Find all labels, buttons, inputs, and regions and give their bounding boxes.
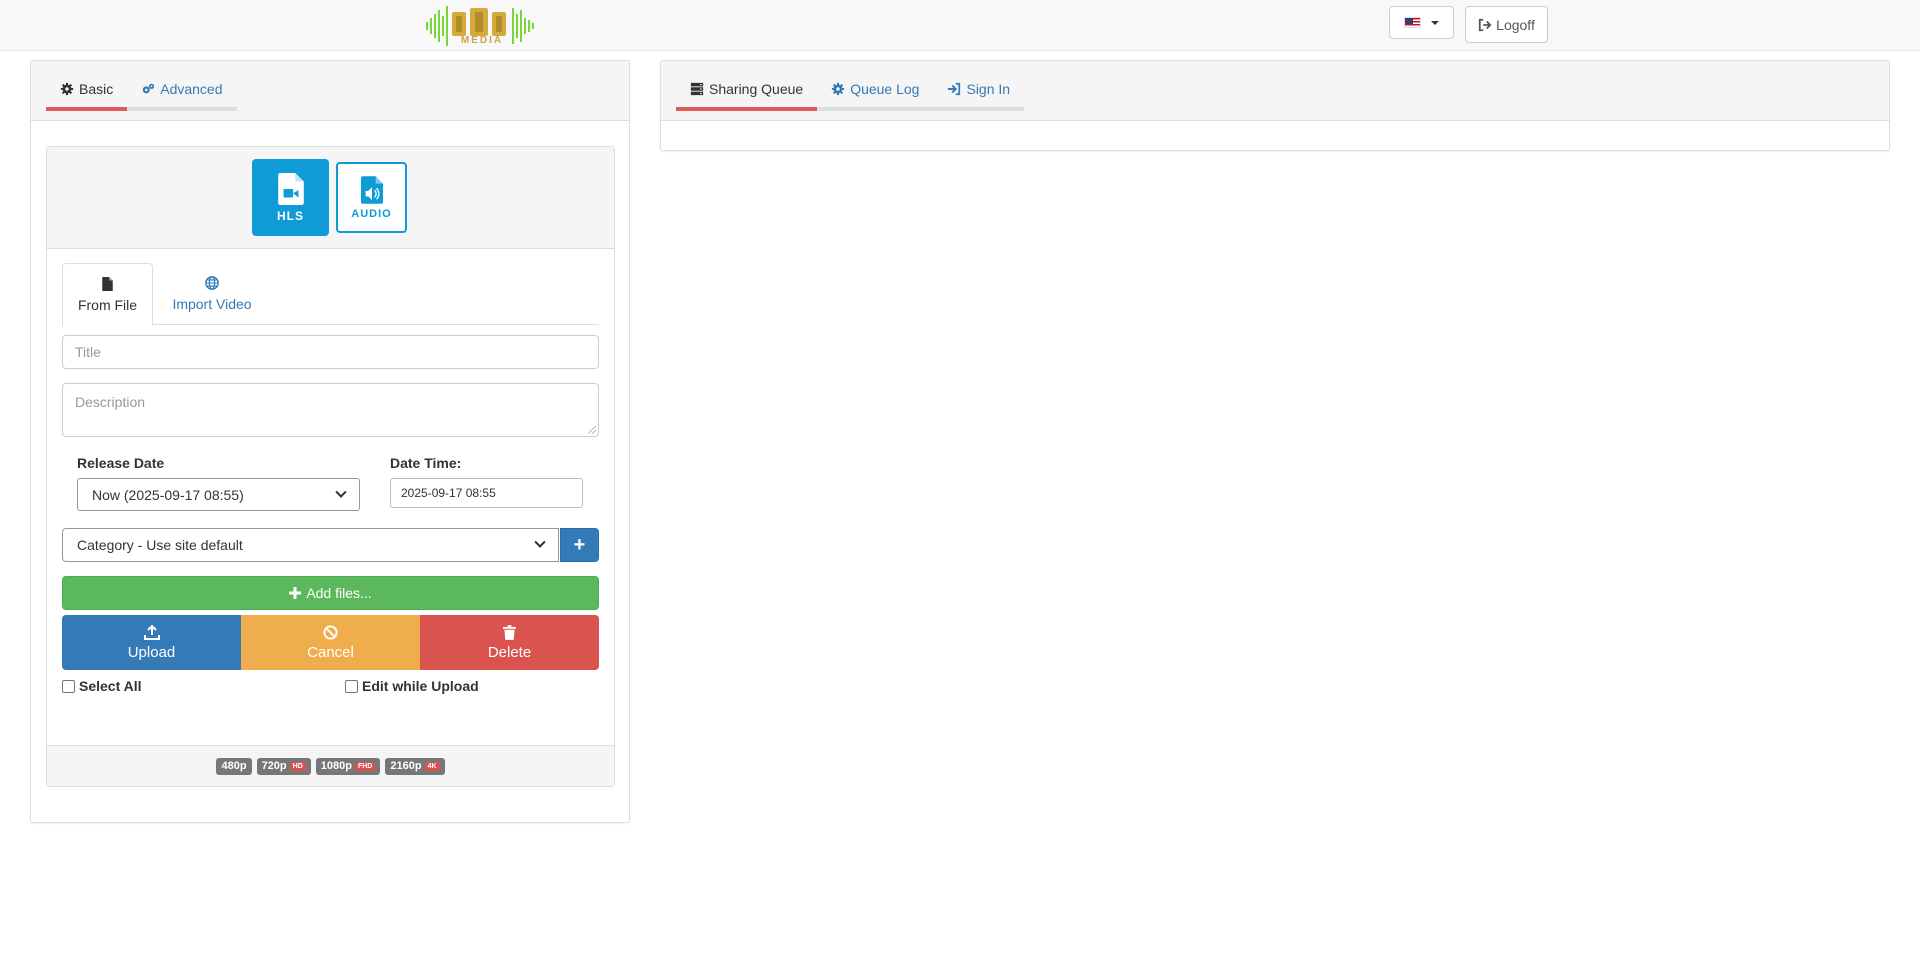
release-date-label: Release Date (77, 455, 165, 471)
tab-import-video[interactable]: Import Video (153, 263, 271, 325)
resolution-tag: HD (289, 761, 306, 771)
add-files-label: Add files... (306, 585, 372, 601)
edit-while-upload-box[interactable] (345, 679, 358, 693)
chevron-down-icon (534, 536, 546, 548)
file-icon (102, 276, 113, 291)
date-time-value: 2025-09-17 08:55 (401, 486, 496, 500)
hls-type-label: HLS (277, 208, 304, 223)
upload-actions: Upload Cancel Delete (62, 615, 599, 670)
logoff-label: Logoff (1496, 16, 1535, 33)
source-tabs: From File Import Video (62, 263, 599, 326)
top-navbar: MEDIA Logoff (0, 0, 1920, 51)
date-time-input[interactable]: 2025-09-17 08:55 (390, 478, 583, 508)
tab-queue-log[interactable]: Queue Log (817, 71, 934, 111)
resolution-tag: FHD (354, 761, 376, 771)
file-video-icon (277, 172, 304, 205)
gear-icon (832, 82, 845, 96)
tab-advanced[interactable]: Advanced (127, 71, 237, 111)
resolution-label: 720p (261, 760, 287, 772)
select-all-checkbox[interactable]: Select All (62, 678, 142, 694)
upload-type-header: HLS AUDIO (47, 147, 614, 249)
language-dropdown[interactable] (1389, 6, 1454, 39)
sign-in-icon (948, 82, 961, 96)
logo-text: MEDIA (460, 35, 504, 46)
add-category-button[interactable]: + (560, 528, 599, 562)
upload-card: HLS AUDIO From File Import Video Title D… (46, 146, 615, 787)
resolution-label: 2160p (390, 760, 422, 772)
upload-label: Upload (127, 644, 176, 661)
edit-while-upload-checkbox[interactable]: Edit while Upload (345, 678, 479, 694)
file-audio-icon (360, 175, 383, 204)
date-time-label: Date Time: (390, 455, 462, 471)
select-all-box[interactable] (62, 679, 75, 693)
us-flag-icon (1404, 17, 1421, 28)
gears-icon (142, 83, 155, 94)
upload-panel-header: Basic Advanced (31, 61, 629, 121)
logoff-button[interactable]: Logoff (1465, 6, 1548, 43)
globe-icon (205, 276, 219, 290)
release-date-value: Now (2025-09-17 08:55) (92, 486, 244, 503)
resolution-badge-2160p: 2160p 4K (385, 757, 445, 775)
resolution-tag: 4K (424, 761, 440, 771)
upload-panel-tabs: Basic Advanced (46, 71, 237, 111)
trash-icon (503, 624, 516, 640)
plus-icon (289, 587, 302, 599)
upload-icon (143, 624, 160, 640)
hls-type-button[interactable]: HLS (252, 159, 329, 236)
tab-sharing-queue[interactable]: Sharing Queue (676, 71, 818, 111)
resolution-badge-1080p: 1080p FHD (315, 757, 381, 775)
tab-sharing-queue-label: Sharing Queue (709, 81, 804, 97)
select-all-label: Select All (79, 678, 142, 694)
upload-panel: Basic Advanced HLS AUDIO From File Impor… (30, 60, 630, 823)
tab-basic-label: Basic (79, 81, 114, 97)
queue-panel-tabs: Sharing Queue Queue Log Sign In (676, 71, 1025, 111)
tab-sign-in[interactable]: Sign In (933, 71, 1025, 111)
description-placeholder: Description (75, 394, 146, 410)
title-input[interactable]: Title (62, 335, 599, 369)
resolution-label: 1080p (320, 760, 352, 772)
tab-advanced-label: Advanced (160, 81, 223, 97)
resolution-badge-480p: 480p (216, 757, 252, 775)
audio-type-button[interactable]: AUDIO (336, 162, 407, 233)
add-files-button[interactable]: Add files... (62, 576, 599, 610)
release-date-select[interactable]: Now (2025-09-17 08:55) (77, 478, 360, 511)
tab-queue-log-label: Queue Log (850, 81, 920, 97)
tab-basic[interactable]: Basic (46, 71, 128, 111)
upload-button[interactable]: Upload (62, 615, 241, 670)
sign-out-icon (1479, 18, 1492, 31)
resolution-footer: 480p 720p HD 1080p FHD 2160p 4K (47, 745, 614, 786)
caret-down-icon (1431, 20, 1439, 25)
server-icon (690, 82, 704, 96)
resize-handle-icon[interactable] (588, 426, 596, 434)
audio-type-label: AUDIO (351, 207, 392, 220)
chevron-down-icon (335, 486, 347, 498)
edit-while-upload-label: Edit while Upload (362, 678, 479, 694)
ban-icon (323, 624, 338, 640)
queue-panel-header: Sharing Queue Queue Log Sign In (661, 61, 1889, 121)
category-value: Category - Use site default (77, 537, 243, 553)
cancel-label: Cancel (307, 643, 354, 661)
add-category-label: + (573, 533, 586, 556)
delete-button[interactable]: Delete (420, 615, 599, 670)
tab-from-file-label: From File (77, 296, 138, 313)
tab-from-file[interactable]: From File (62, 263, 153, 326)
title-placeholder: Title (75, 344, 101, 360)
gear-icon (60, 82, 74, 96)
resolution-label: 480p (221, 760, 247, 772)
description-textarea[interactable]: Description (62, 383, 599, 437)
delete-label: Delete (487, 643, 532, 661)
resolution-badge-720p: 720p HD (256, 757, 311, 775)
category-select[interactable]: Category - Use site default (62, 528, 559, 562)
tab-sign-in-label: Sign In (966, 81, 1011, 97)
queue-panel: Sharing Queue Queue Log Sign In (660, 60, 1890, 151)
tab-import-video-label: Import Video (172, 296, 252, 312)
cancel-button[interactable]: Cancel (241, 615, 420, 670)
